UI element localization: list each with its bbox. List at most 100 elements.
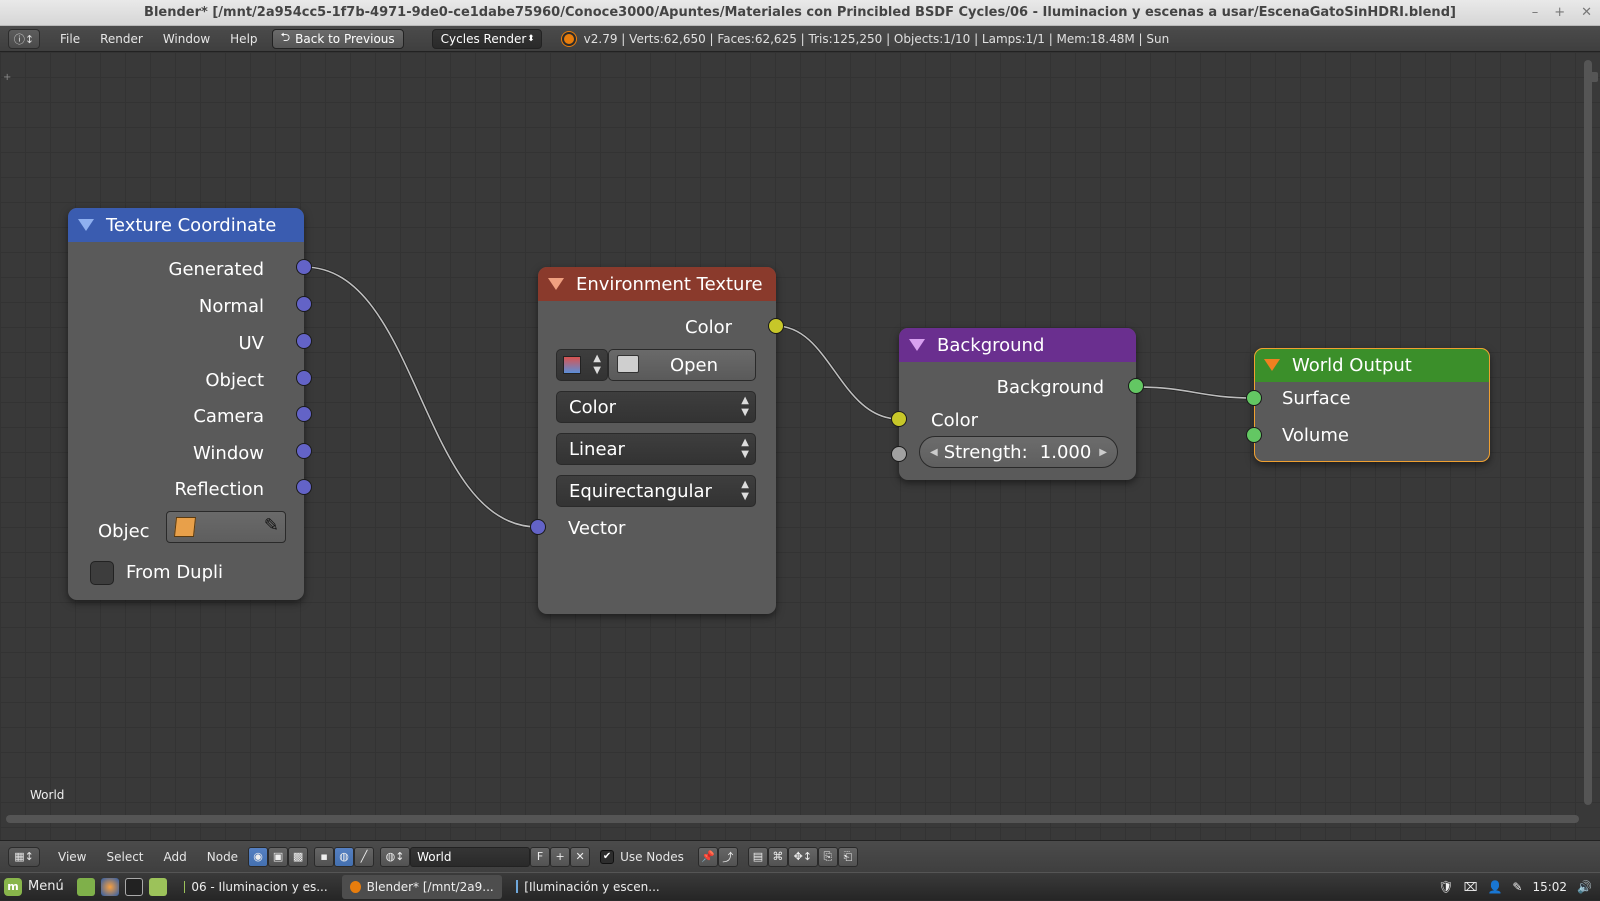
menu-select[interactable]: Select (96, 850, 153, 864)
backdrop-icon[interactable]: ▤ (747, 846, 768, 867)
task-document[interactable]: [Iluminación y escen... (508, 875, 668, 899)
world-datablock-field[interactable]: World (410, 846, 531, 867)
stats-text: v2.79 | Verts:62,650 | Faces:62,625 | Tr… (583, 31, 1170, 46)
collapse-icon[interactable] (548, 278, 564, 290)
open-button-label: Open (669, 354, 719, 376)
collapse-icon[interactable] (1264, 359, 1280, 371)
compositing-nodes-icon[interactable]: ▣ (268, 846, 289, 867)
show-desktop-icon[interactable] (76, 877, 95, 896)
add-datablock-icon[interactable]: + (550, 846, 571, 867)
task-blender[interactable]: Blender* [/mnt/2a9... (341, 874, 502, 899)
paste-nodes-icon[interactable]: ⎗ (837, 846, 858, 867)
volume-icon[interactable]: 🔊 (1577, 880, 1592, 894)
network-icon[interactable]: ⌧ (1464, 880, 1478, 894)
menu-help[interactable]: Help (220, 32, 267, 46)
link-color-to-color (775, 324, 900, 421)
socket-window[interactable] (296, 443, 312, 459)
horizontal-scrollbar[interactable] (6, 815, 1579, 823)
strength-field[interactable]: ◀ Strength: 1.000 ▶ (919, 436, 1118, 468)
unlink-datablock-icon[interactable]: ✕ (570, 846, 591, 867)
object-picker-field[interactable]: ✎ (166, 511, 286, 543)
render-engine-select[interactable]: Cycles Render ⬍ (431, 28, 542, 49)
socket-normal[interactable] (296, 296, 312, 312)
open-image-button[interactable]: Open (608, 349, 756, 381)
object-shader-icon[interactable]: ▪ (314, 846, 335, 867)
shader-nodes-icon[interactable]: ◉ (248, 846, 269, 867)
world-browse-icon[interactable]: ◍↕ (380, 846, 411, 867)
increment-arrow-icon[interactable]: ▶ (1099, 447, 1107, 458)
menu-add[interactable]: Add (154, 850, 197, 864)
node-header[interactable]: Texture Coordinate (68, 208, 304, 242)
node-editor-canvas[interactable]: + Texture Coordinate Generated Normal UV… (0, 52, 1600, 840)
node-world-output[interactable]: World Output Surface Volume (1246, 348, 1490, 462)
node-header[interactable]: World Output (1254, 348, 1490, 382)
eyedropper-icon[interactable]: ✎ (264, 515, 279, 536)
node-header[interactable]: Background (899, 328, 1136, 362)
texture-nodes-icon[interactable]: ▩ (288, 846, 309, 867)
menu-file[interactable]: File (50, 32, 90, 46)
node-header[interactable]: Environment Texture (538, 267, 776, 301)
projection-select[interactable]: Equirectangular ▲ ▼ (556, 475, 756, 507)
strength-label: Strength: (943, 441, 1028, 463)
snap-mode-icon[interactable]: ✥↕ (787, 846, 818, 867)
socket-reflection[interactable] (296, 479, 312, 495)
info-icon: ⓘ↕ (13, 32, 35, 46)
snap-icon[interactable]: ⌘ (767, 846, 788, 867)
input-color-label: Color (931, 410, 978, 431)
files-icon[interactable] (148, 877, 167, 896)
collapse-icon[interactable] (909, 339, 925, 351)
socket-generated[interactable] (296, 259, 312, 275)
task-file-manager[interactable]: 06 - Iluminacion y es... (176, 875, 336, 899)
menu-view[interactable]: View (48, 850, 96, 864)
user-icon[interactable]: 👤 (1487, 880, 1502, 894)
maximize-button[interactable]: + (1554, 0, 1565, 26)
close-button[interactable]: ✕ (1581, 0, 1592, 26)
socket-uv[interactable] (296, 333, 312, 349)
info-header: ⓘ↕ File Render Window Help ⮌ Back to Pre… (0, 26, 1600, 52)
parent-tree-icon[interactable]: ⤴ (717, 846, 738, 867)
firefox-icon[interactable] (100, 877, 119, 896)
socket-camera[interactable] (296, 406, 312, 422)
start-menu-button[interactable]: m Menú (0, 877, 74, 896)
pin-icon[interactable]: 📌 (697, 846, 718, 867)
editor-type-button[interactable]: ▦↕ (8, 846, 40, 867)
back-to-previous-label: Back to Previous (295, 31, 395, 46)
terminal-icon[interactable] (124, 877, 143, 896)
world-shader-icon[interactable]: ◍ (334, 846, 355, 867)
node-background[interactable]: Background Background Color ◀ Strength: … (891, 328, 1144, 480)
menu-render[interactable]: Render (90, 32, 153, 46)
clock[interactable]: 15:02 (1532, 880, 1567, 894)
socket-volume-in[interactable] (1246, 427, 1262, 443)
edit-icon[interactable]: ✎ (1512, 880, 1522, 894)
shield-icon[interactable]: 🛡 (1438, 880, 1453, 894)
vertical-scrollbar[interactable] (1584, 60, 1592, 805)
color-space-select[interactable]: Color ▲ ▼ (556, 391, 756, 423)
minimize-button[interactable]: – (1532, 0, 1539, 26)
socket-object[interactable] (296, 370, 312, 386)
use-nodes-toggle[interactable]: ✔ Use Nodes (600, 849, 684, 864)
menu-node[interactable]: Node (197, 850, 248, 864)
node-environment-texture[interactable]: Environment Texture Color ▲ ▼ Open Color … (530, 267, 784, 614)
socket-vector-in[interactable] (530, 519, 546, 535)
from-dupli-checkbox[interactable] (90, 561, 114, 585)
socket-color-in[interactable] (891, 411, 907, 427)
menu-window[interactable]: Window (153, 32, 220, 46)
image-browse-button[interactable]: ▲ ▼ (556, 349, 608, 381)
socket-surface-in[interactable] (1246, 390, 1262, 406)
node-texture-coordinate[interactable]: Texture Coordinate Generated Normal UV O… (68, 208, 312, 600)
copy-nodes-icon[interactable]: ⎘ (817, 846, 838, 867)
editor-type-button[interactable]: ⓘ↕ (8, 28, 40, 49)
collapse-icon[interactable] (78, 219, 94, 231)
select-arrows-icon: ▲ ▼ (741, 395, 749, 418)
decrement-arrow-icon[interactable]: ◀ (930, 447, 938, 458)
task-label: Blender* [/mnt/2a9... (366, 879, 494, 894)
fake-user-button[interactable]: F (530, 846, 551, 867)
interpolation-select[interactable]: Linear ▲ ▼ (556, 433, 756, 465)
linestyle-shader-icon[interactable]: ╱ (354, 846, 375, 867)
output-reflection-label: Reflection (174, 479, 264, 500)
back-to-previous-button[interactable]: ⮌ Back to Previous (271, 28, 404, 49)
socket-color-out[interactable] (768, 318, 784, 334)
socket-strength-in[interactable] (891, 446, 907, 462)
cube-icon (173, 517, 197, 537)
socket-background-out[interactable] (1128, 378, 1144, 394)
